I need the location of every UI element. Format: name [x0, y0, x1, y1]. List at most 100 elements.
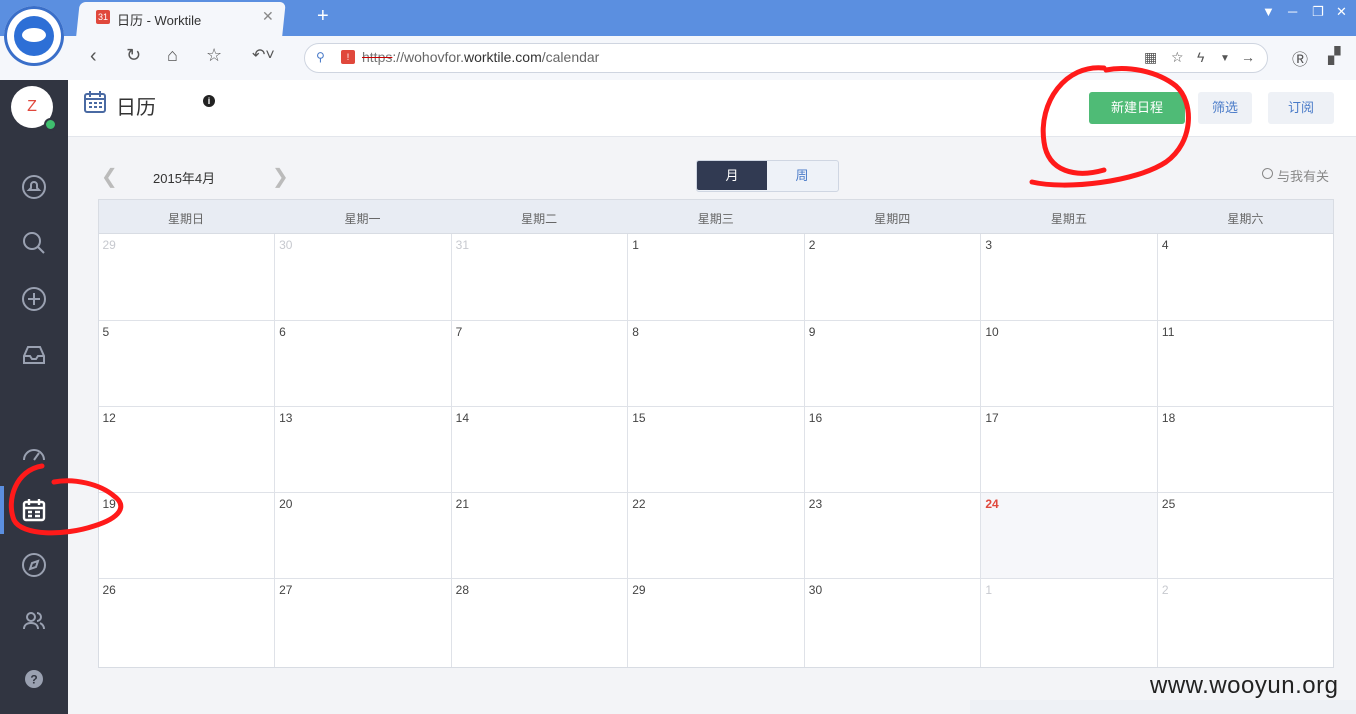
- lightning-icon[interactable]: ϟ: [1197, 49, 1204, 65]
- address-url[interactable]: https://wohovfor.worktile.com/calendar: [362, 49, 599, 65]
- day-number: 26: [102, 583, 116, 597]
- bookmark-star-icon[interactable]: ☆: [206, 45, 222, 66]
- go-arrow-icon[interactable]: →: [1241, 49, 1255, 65]
- site-info-icon[interactable]: ⚲: [316, 50, 325, 64]
- system-tray: [970, 700, 1356, 714]
- watermark: www.wooyun.org: [1150, 672, 1339, 699]
- calendar-day[interactable]: 29: [628, 579, 805, 667]
- calendar-day[interactable]: 14: [451, 407, 629, 493]
- calendar-day[interactable]: 1: [628, 234, 805, 321]
- restore-icon[interactable]: ❐: [1312, 4, 1324, 20]
- calendar-day[interactable]: 7: [451, 321, 629, 407]
- qr-code-icon[interactable]: ▦: [1144, 49, 1157, 66]
- online-status-dot: [44, 118, 57, 131]
- calendar-day[interactable]: 20: [275, 493, 452, 579]
- calendar-day[interactable]: 22: [628, 493, 805, 579]
- day-number: 14: [455, 411, 469, 425]
- calendar-day[interactable]: 28: [452, 579, 629, 667]
- next-month-icon[interactable]: ❯: [272, 164, 289, 189]
- calendar-day[interactable]: 30: [275, 234, 452, 321]
- calendar-day[interactable]: 18: [1157, 407, 1335, 493]
- prev-month-icon[interactable]: ❮: [101, 164, 118, 189]
- undo-close-icon[interactable]: ↶˅: [252, 45, 275, 65]
- calendar-day[interactable]: 2: [804, 234, 982, 321]
- back-icon[interactable]: ‹: [90, 45, 97, 68]
- calendar-day[interactable]: 31: [451, 234, 629, 321]
- apps-grid-icon[interactable]: ▞: [1328, 46, 1340, 66]
- calendar-day[interactable]: 21: [451, 493, 629, 579]
- calendar-icon[interactable]: [0, 490, 68, 526]
- calendar-day[interactable]: 26: [99, 579, 276, 667]
- related-to-me-radio[interactable]: [1262, 168, 1273, 179]
- tab-favicon-icon: 31: [96, 10, 110, 24]
- subscribe-button[interactable]: 订阅: [1268, 92, 1334, 124]
- calendar-day[interactable]: 16: [804, 407, 982, 493]
- dropdown-icon[interactable]: ▼: [1220, 53, 1230, 64]
- add-icon[interactable]: [0, 280, 68, 316]
- tab-close-icon[interactable]: ✕: [262, 8, 274, 25]
- day-number: 28: [455, 583, 469, 597]
- day-number: 6: [279, 325, 286, 339]
- calendar-day[interactable]: 9: [804, 321, 982, 407]
- reload-icon[interactable]: ↻: [126, 45, 141, 66]
- calendar-day[interactable]: 1: [981, 579, 1158, 667]
- view-week-button[interactable]: 周: [768, 161, 836, 190]
- day-number: 8: [632, 325, 639, 339]
- close-window-icon[interactable]: ✕: [1336, 4, 1347, 20]
- filter-button[interactable]: 筛选: [1198, 92, 1252, 124]
- browser-logo-icon[interactable]: [4, 6, 64, 66]
- info-icon[interactable]: i: [203, 95, 215, 107]
- calendar-day[interactable]: 19: [98, 493, 276, 579]
- day-number: 29: [632, 583, 646, 597]
- new-tab-button[interactable]: +: [317, 5, 329, 28]
- calendar-day[interactable]: 4: [1157, 234, 1335, 321]
- month-label: 2015年4月: [153, 171, 216, 186]
- contacts-icon[interactable]: [0, 602, 68, 638]
- svg-text:?: ?: [30, 673, 37, 687]
- related-to-me-label[interactable]: 与我有关: [1277, 166, 1329, 185]
- calendar-day[interactable]: 30: [805, 579, 982, 667]
- calendar-day[interactable]: 29: [98, 234, 276, 321]
- day-number: 2: [808, 238, 816, 252]
- weekday-label: 星期六: [1227, 212, 1264, 226]
- calendar-day[interactable]: 12: [98, 407, 276, 493]
- calendar-day[interactable]: 17: [981, 407, 1158, 493]
- extension-icon[interactable]: Ⓡ: [1292, 46, 1308, 70]
- insecure-lock-icon[interactable]: !: [341, 50, 355, 64]
- calendar-day[interactable]: 10: [981, 321, 1158, 407]
- day-number: 7: [455, 325, 463, 339]
- inbox-icon[interactable]: [0, 336, 68, 372]
- skin-icon[interactable]: ▼: [1262, 4, 1275, 19]
- favorite-icon[interactable]: ☆: [1171, 49, 1184, 66]
- dashboard-gauge-icon[interactable]: [0, 434, 68, 470]
- help-icon[interactable]: ?: [0, 662, 68, 698]
- calendar-day[interactable]: 23: [804, 493, 982, 579]
- day-number: 24: [985, 497, 999, 511]
- notifications-bell-icon[interactable]: [0, 168, 68, 204]
- weekday-label: 星期四: [874, 212, 911, 226]
- calendar-day[interactable]: 5: [98, 321, 276, 407]
- search-icon[interactable]: [0, 224, 68, 260]
- home-icon[interactable]: ⌂: [167, 45, 178, 66]
- calendar-day[interactable]: 13: [275, 407, 452, 493]
- day-number: 5: [102, 325, 110, 339]
- view-month-button[interactable]: 月: [697, 161, 767, 190]
- calendar-day[interactable]: 6: [275, 321, 452, 407]
- minimize-icon[interactable]: ─: [1288, 4, 1297, 19]
- calendar-day-today[interactable]: 24: [981, 493, 1158, 579]
- calendar-day[interactable]: 2: [1158, 579, 1335, 667]
- calendar-day[interactable]: 8: [628, 321, 805, 407]
- calendar-day[interactable]: 3: [981, 234, 1158, 321]
- calendar-day[interactable]: 27: [275, 579, 452, 667]
- day-number: 1: [632, 238, 639, 252]
- day-number: 2: [1161, 583, 1169, 597]
- day-number: 1: [985, 583, 993, 597]
- day-number: 9: [808, 325, 816, 339]
- compass-icon[interactable]: [0, 546, 68, 582]
- new-event-button[interactable]: 新建日程: [1089, 92, 1185, 124]
- calendar-day[interactable]: 25: [1157, 493, 1335, 579]
- tab-title[interactable]: 日历 - Worktile: [117, 10, 201, 29]
- weekday-label: 星期一: [344, 212, 381, 226]
- calendar-day[interactable]: 11: [1157, 321, 1335, 407]
- calendar-day[interactable]: 15: [628, 407, 805, 493]
